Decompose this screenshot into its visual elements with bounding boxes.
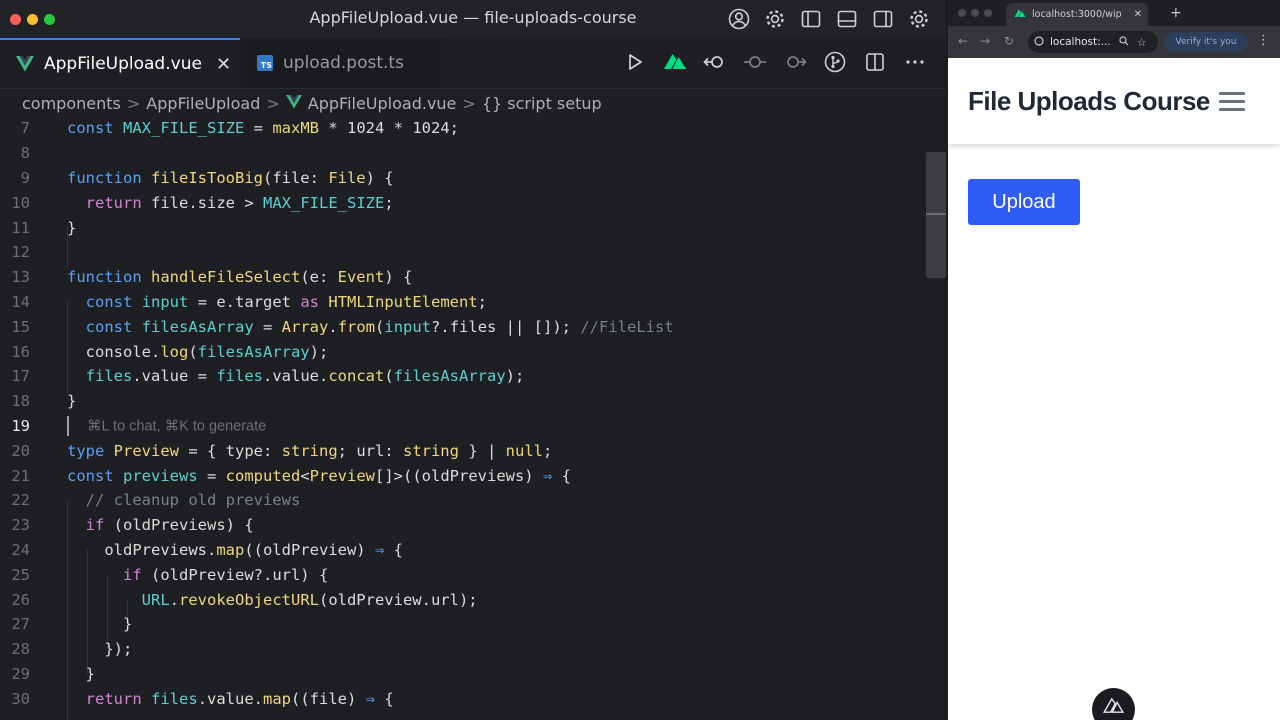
code-line: 8 bbox=[20, 144, 30, 163]
code-line: 22 // cleanup old previews bbox=[11, 491, 301, 510]
breadcrumb-item[interactable]: {} script setup bbox=[482, 94, 602, 113]
code-line: 26 URL.revokeObjectURL(oldPreview.url); bbox=[11, 590, 478, 609]
close-tab-icon[interactable]: ✕ bbox=[216, 54, 231, 75]
site-header: File Uploads Course bbox=[948, 58, 1280, 144]
forward-arrow-icon[interactable]: → bbox=[980, 34, 990, 48]
breadcrumb-item[interactable]: components bbox=[22, 94, 121, 113]
code-line: 10 return file.size > MAX_FILE_SIZE; bbox=[11, 193, 394, 212]
editor-tabbar: AppFileUpload.vue ✕ TS upload.post.ts bbox=[0, 38, 946, 89]
vue-icon bbox=[16, 56, 34, 72]
breadcrumb-item[interactable]: AppFileUpload bbox=[146, 94, 260, 113]
code-line: 9 function fileIsTooBig(file: File) { bbox=[20, 168, 394, 187]
tab-label: upload.post.ts bbox=[283, 53, 404, 73]
code-line: 14 const input = e.target as HTMLInputEl… bbox=[11, 292, 488, 311]
bookmark-star-icon[interactable]: ☆ bbox=[1137, 36, 1147, 49]
back-arrow-icon[interactable]: ← bbox=[958, 34, 968, 48]
verify-identity-chip[interactable]: Verify it's you bbox=[1164, 32, 1248, 52]
gear-icon[interactable] bbox=[906, 6, 932, 32]
breadcrumb-item[interactable]: AppFileUpload.vue bbox=[308, 94, 457, 113]
zoom-icon[interactable] bbox=[1119, 35, 1129, 49]
commit-icon[interactable] bbox=[742, 49, 768, 75]
vue-icon bbox=[285, 94, 302, 113]
code-line: 13 function handleFileSelect(e: Event) { bbox=[11, 268, 413, 287]
code-line: 12 bbox=[11, 243, 30, 262]
browser-tabstrip: localhost:3000/wip ✕ + bbox=[948, 0, 1280, 26]
site-info-icon[interactable] bbox=[1034, 35, 1044, 49]
scrollbar-marker bbox=[926, 213, 946, 215]
source-control-icon[interactable] bbox=[822, 49, 848, 75]
ai-hint-text: ⌘L to chat, ⌘K to generate bbox=[87, 418, 267, 435]
code-line: 30 return files.value.map((file) ⇒ { bbox=[11, 689, 394, 708]
browser-window-controls bbox=[958, 9, 992, 17]
hamburger-menu-icon[interactable] bbox=[1219, 92, 1245, 116]
reload-icon[interactable]: ↻ bbox=[1004, 34, 1014, 48]
toggle-panel-icon[interactable] bbox=[834, 6, 860, 32]
toggle-secondary-sidebar-icon[interactable] bbox=[870, 6, 896, 32]
editor-titlebar: AppFileUpload.vue — file-uploads-course bbox=[0, 0, 946, 38]
url-text: localhost:... bbox=[1050, 36, 1111, 48]
code-line: 24 oldPreviews.map((oldPreview) ⇒ { bbox=[11, 540, 403, 559]
go-back-icon[interactable] bbox=[702, 49, 728, 75]
breadcrumb: components > AppFileUpload > AppFileUplo… bbox=[22, 93, 602, 113]
code-line: 7 const MAX_FILE_SIZE = maxMB * 1024 * 10… bbox=[20, 119, 459, 138]
code-line-current[interactable]: 19 ⌘L to chat, ⌘K to generate bbox=[0, 414, 926, 439]
code-line: 25 if (oldPreview?.url) { bbox=[11, 565, 329, 584]
code-line: 17 files.value = files.value.concat(file… bbox=[11, 367, 525, 386]
browser-toolbar: ← → ↻ localhost:... ☆ Verify it's you ⋮ bbox=[948, 26, 1280, 58]
code-line: 20 type Preview = { type: string; url: st… bbox=[11, 441, 553, 460]
code-line: 28 }); bbox=[11, 640, 133, 659]
run-icon[interactable] bbox=[622, 49, 648, 75]
code-line: 18} bbox=[11, 392, 77, 411]
new-tab-button[interactable]: + bbox=[1170, 5, 1182, 21]
code-line: 29 } bbox=[11, 664, 95, 683]
settings-gear-icon[interactable] bbox=[762, 6, 788, 32]
nuxt-icon[interactable] bbox=[662, 49, 688, 75]
browser-tab-title: localhost:3000/wip bbox=[1032, 9, 1122, 20]
code-editor-window: AppFileUpload.vue — file-uploads-course bbox=[0, 0, 946, 720]
tab-label: AppFileUpload.vue bbox=[44, 54, 202, 74]
browser-window: localhost:3000/wip ✕ + ← → ↻ localhost:.… bbox=[948, 0, 1280, 720]
code-line: 27 } bbox=[11, 615, 133, 634]
browser-menu-icon[interactable]: ⋮ bbox=[1257, 33, 1270, 48]
code-line: 16 console.log(filesAsArray); bbox=[11, 342, 329, 361]
more-actions-icon[interactable] bbox=[902, 49, 928, 75]
code-line: 21 const previews = computed<Preview[]>((… bbox=[11, 466, 571, 485]
address-bar[interactable]: localhost:... ☆ bbox=[1028, 31, 1158, 53]
go-forward-icon[interactable] bbox=[782, 49, 808, 75]
upload-button[interactable]: Upload bbox=[968, 179, 1080, 225]
text-cursor bbox=[67, 415, 69, 436]
split-editor-icon[interactable] bbox=[862, 49, 888, 75]
tab-upload-post-ts[interactable]: TS upload.post.ts bbox=[241, 38, 441, 88]
code-area[interactable]: 7 const MAX_FILE_SIZE = maxMB * 1024 * 10… bbox=[0, 116, 946, 720]
code-line: 15 const filesAsArray = Array.from(input… bbox=[11, 317, 674, 336]
account-icon[interactable] bbox=[726, 6, 752, 32]
browser-tab[interactable]: localhost:3000/wip ✕ bbox=[1006, 3, 1148, 26]
editor-scrollbar[interactable] bbox=[926, 152, 946, 278]
code-line: 23 if (oldPreviews) { bbox=[11, 516, 254, 535]
close-browser-tab-icon[interactable]: ✕ bbox=[1134, 9, 1142, 20]
tab-appfileupload-vue[interactable]: AppFileUpload.vue ✕ bbox=[0, 38, 240, 88]
nuxt-favicon-icon bbox=[1014, 9, 1026, 21]
toggle-sidebar-icon[interactable] bbox=[798, 6, 824, 32]
nuxt-devtools-icon[interactable] bbox=[1092, 688, 1135, 720]
typescript-icon: TS bbox=[257, 55, 273, 71]
site-title: File Uploads Course bbox=[968, 86, 1210, 116]
code-line: 11} bbox=[11, 218, 77, 237]
